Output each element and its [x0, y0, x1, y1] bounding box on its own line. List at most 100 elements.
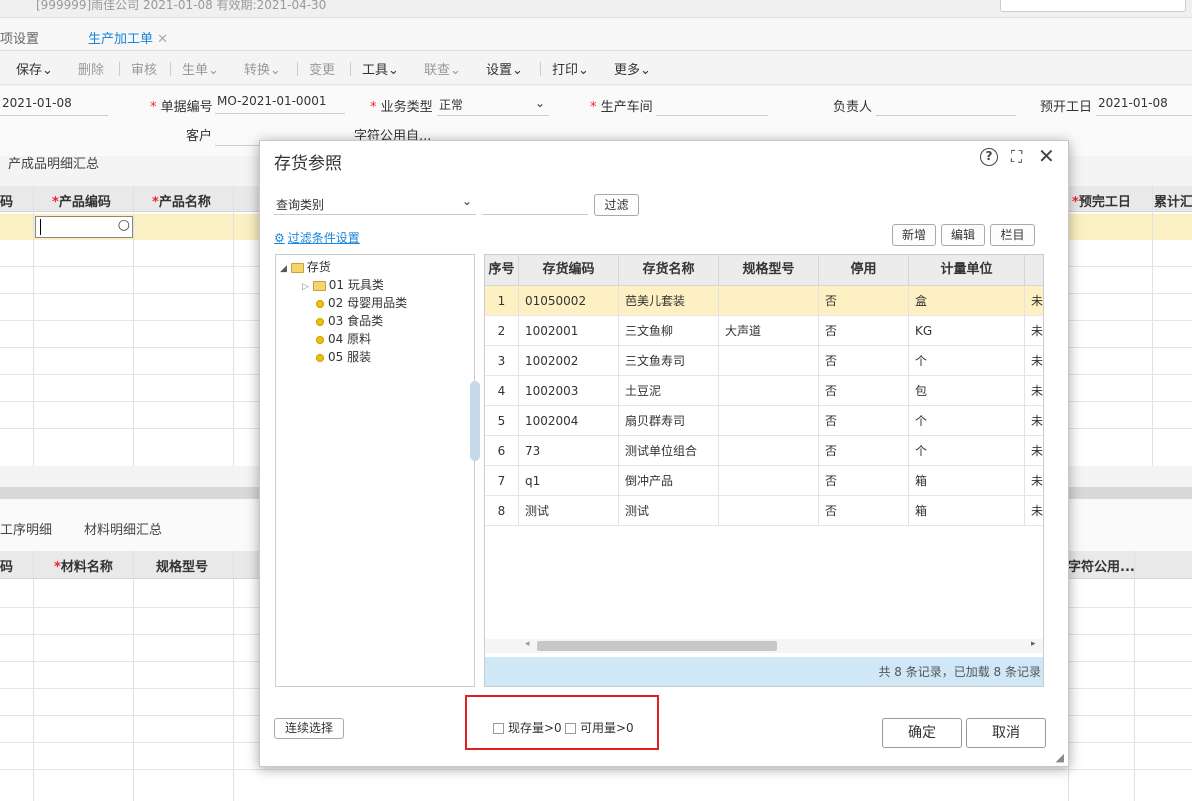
tree-node[interactable]: ▷ 01 玩具类	[302, 276, 384, 293]
table-cell: 否	[819, 376, 909, 406]
table-cell: 个	[909, 346, 1025, 376]
table-row[interactable]: 7 q1 倒冲产品 否箱未	[485, 466, 1043, 496]
tree-node[interactable]: 03 食品类	[316, 312, 383, 329]
panel-resize-handle[interactable]	[470, 381, 480, 461]
chevron-down-icon: ⌄	[534, 96, 545, 110]
tree-node[interactable]: 02 母婴用品类	[316, 294, 407, 311]
linked-query-label: 联查	[424, 63, 451, 78]
change-button[interactable]: 变更	[309, 59, 335, 78]
table-row[interactable]: 3 1002002 三文鱼寿司 否个未	[485, 346, 1043, 376]
doc-no-field[interactable]: MO-2021-01-0001	[215, 94, 345, 114]
more-button[interactable]: 更多⌄	[614, 59, 651, 78]
tree-node[interactable]: 05 服装	[316, 348, 371, 365]
scroll-left-icon[interactable]: ◂	[525, 639, 530, 649]
expand-icon[interactable]: ◢	[280, 264, 287, 274]
tab-process-detail[interactable]: 工序明细	[0, 519, 52, 538]
query-category-select[interactable]: 查询类别 ⌄	[274, 193, 476, 215]
leaf-icon	[316, 299, 324, 308]
folder-icon	[312, 280, 326, 291]
save-button[interactable]: 保存⌄	[16, 59, 53, 78]
divider	[170, 62, 171, 76]
divider	[233, 551, 234, 801]
header-cell: 存货编码	[519, 255, 619, 286]
new-button[interactable]: 新增	[892, 224, 936, 246]
table-row[interactable]: 6 73 测试单位组合 否个未	[485, 436, 1043, 466]
columns-button[interactable]: 栏目	[990, 224, 1035, 246]
biz-type-value: 正常	[439, 98, 464, 112]
generate-button[interactable]: 生单⌄	[182, 59, 219, 78]
tab-settings[interactable]: 项设置	[0, 28, 39, 47]
available-filter-checkbox[interactable]: 可用量>0	[565, 719, 634, 736]
table-cell	[719, 466, 819, 496]
table-row[interactable]: 1 01050002 芭美儿套装 否盒未	[485, 286, 1043, 316]
biz-type-select[interactable]: 正常 ⌄	[437, 96, 549, 116]
table-row[interactable]: 5 1002004 扇贝群寿司 否个未	[485, 406, 1043, 436]
table-row[interactable]: 2 1002001 三文鱼柳 大声道否 KG 未	[485, 316, 1043, 346]
approve-button[interactable]: 审核	[131, 59, 157, 78]
category-tree: ◢ 存货 ▷ 01 玩具类 02 母婴用品类 03 食品类 04 原料 05 服…	[275, 254, 475, 687]
table-cell: 01050002	[519, 286, 619, 316]
header-cell: 存货名称	[619, 255, 719, 286]
horizontal-scrollbar[interactable]: ◂ ▸	[485, 639, 1043, 653]
leaf-icon	[316, 335, 324, 344]
settings-label: 设置	[486, 63, 513, 78]
table-cell: 大声道	[719, 316, 819, 346]
table-cell: 4	[485, 376, 519, 406]
table-cell: 未	[1025, 436, 1043, 466]
help-icon[interactable]: ?	[980, 148, 998, 166]
scroll-right-icon[interactable]: ▸	[1031, 639, 1036, 649]
tab-product-summary[interactable]: 产成品明细汇总	[8, 153, 99, 172]
table-cell: 1002001	[519, 316, 619, 346]
tree-root-node[interactable]: ◢ 存货	[280, 258, 331, 275]
delete-button[interactable]: 删除	[78, 59, 104, 78]
divider	[540, 62, 541, 76]
tools-button[interactable]: 工具⌄	[362, 59, 399, 78]
table-cell: 箱	[909, 466, 1025, 496]
plan-start-label: 预开工日	[1040, 100, 1093, 115]
date-field[interactable]: 2021-01-08	[0, 96, 108, 116]
stock-filter-checkbox[interactable]: 现存量>0	[493, 719, 562, 736]
table-cell: 未	[1025, 496, 1043, 526]
scroll-thumb[interactable]	[537, 641, 777, 651]
tab-label: 生产加工单	[88, 32, 154, 47]
collapse-icon[interactable]: ▷	[302, 282, 309, 292]
ok-button[interactable]: 确定	[882, 718, 962, 748]
close-icon[interactable]: ✕	[157, 32, 168, 47]
tab-material-summary[interactable]: 材料明细汇总	[84, 519, 162, 538]
table-cell: 否	[819, 466, 909, 496]
product-code-input[interactable]: ○	[35, 216, 133, 238]
filter-settings-link[interactable]: ⚙ 过滤条件设置	[274, 229, 360, 246]
continuous-select-button[interactable]: 连续选择	[274, 718, 344, 739]
header-cell: 规格型号	[719, 255, 819, 286]
search-icon[interactable]: ○	[118, 217, 130, 233]
divider	[0, 769, 1192, 770]
chevron-down-icon: ⌄	[388, 63, 399, 78]
print-button[interactable]: 打印⌄	[552, 59, 589, 78]
resize-grip-icon[interactable]: ◢	[1056, 751, 1064, 764]
tree-node[interactable]: 04 原料	[316, 330, 371, 347]
filter-input[interactable]	[482, 193, 588, 215]
workshop-field[interactable]	[656, 96, 768, 116]
checkbox-icon[interactable]	[493, 723, 504, 734]
global-search-input[interactable]	[1000, 0, 1186, 12]
table-row[interactable]: 8 测试 测试否箱未	[485, 496, 1043, 526]
linked-query-button[interactable]: 联查⌄	[424, 59, 461, 78]
plan-start-field[interactable]: 2021-01-08	[1096, 96, 1192, 116]
filter-button[interactable]: 过滤	[594, 194, 639, 216]
table-cell: KG	[909, 316, 1025, 346]
convert-label: 转换	[244, 63, 271, 78]
biz-type-label: * 业务类型	[370, 100, 433, 115]
table-cell: 1	[485, 286, 519, 316]
checkbox-icon[interactable]	[565, 723, 576, 734]
edit-button[interactable]: 编辑	[941, 224, 985, 246]
maximize-icon[interactable]: ⛶	[1011, 147, 1022, 167]
settings-button[interactable]: 设置⌄	[486, 59, 523, 78]
table-row[interactable]: 4 1002003 土豆泥 否包未	[485, 376, 1043, 406]
table-cell: 未	[1025, 346, 1043, 376]
close-icon[interactable]: ✕	[1038, 144, 1055, 168]
convert-button[interactable]: 转换⌄	[244, 59, 281, 78]
gear-icon: ⚙	[274, 231, 285, 245]
cancel-button[interactable]: 取消	[966, 718, 1046, 748]
owner-field[interactable]	[876, 96, 1016, 116]
folder-icon	[290, 262, 304, 273]
